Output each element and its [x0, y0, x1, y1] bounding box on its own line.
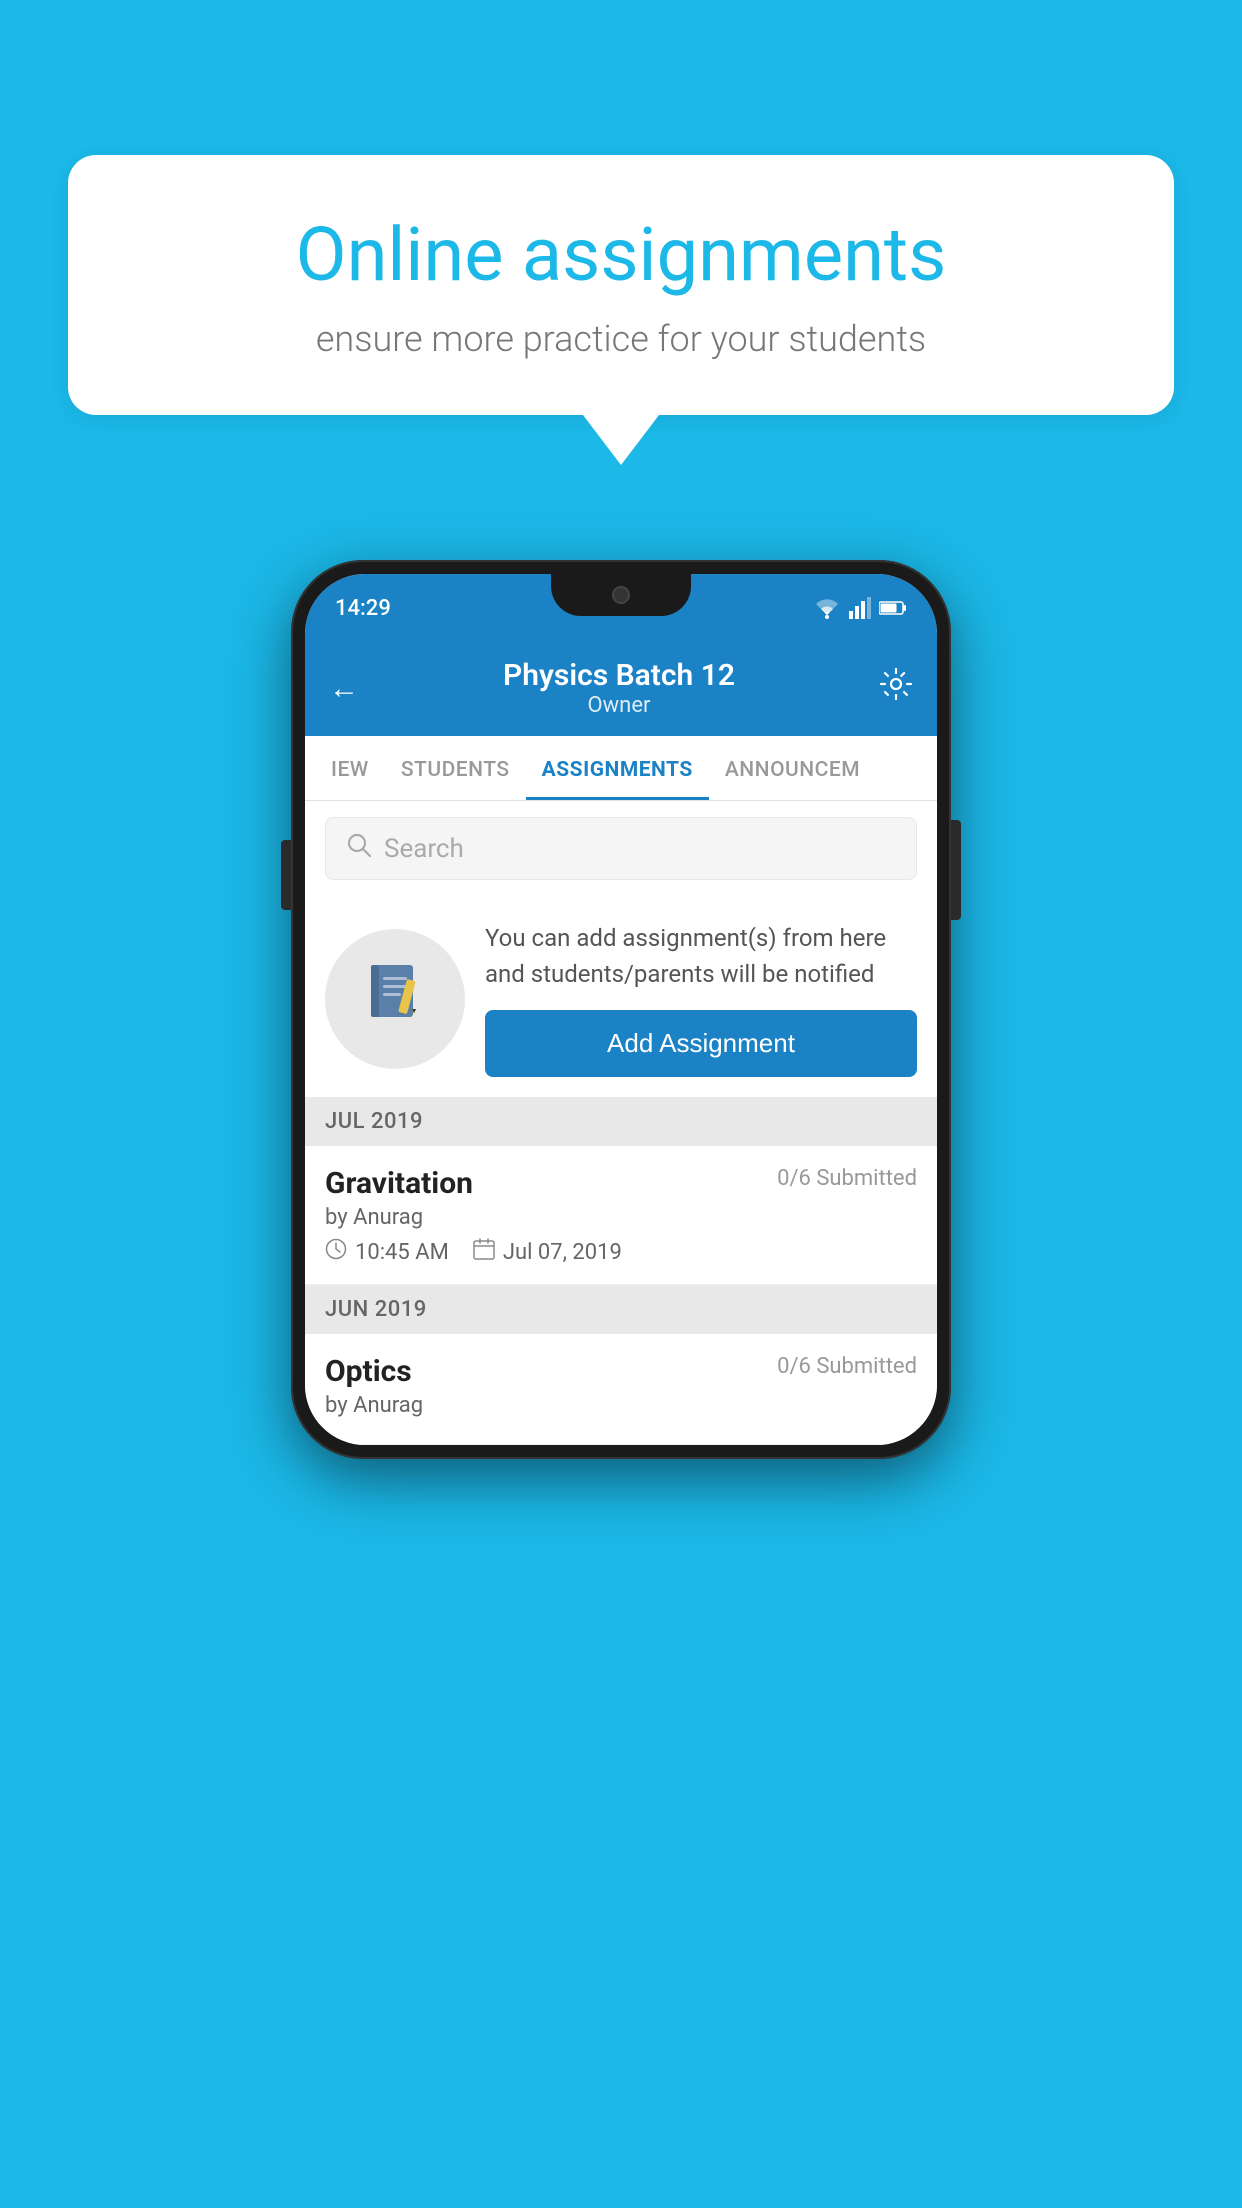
wifi-icon: [813, 597, 841, 619]
batch-subtitle: Owner: [359, 693, 879, 718]
assignment-author-optics: by Anurag: [325, 1393, 917, 1418]
assignment-top-row: Gravitation 0/6 Submitted: [325, 1166, 917, 1201]
assignment-title-gravitation: Gravitation: [325, 1166, 473, 1201]
speech-bubble: Online assignments ensure more practice …: [68, 155, 1174, 415]
phone-outer: 14:29: [291, 560, 951, 1459]
assignment-item-gravitation[interactable]: Gravitation 0/6 Submitted by Anurag: [305, 1146, 937, 1285]
tabs-bar: IEW STUDENTS ASSIGNMENTS ANNOUNCEM: [305, 736, 937, 801]
status-time: 14:29: [335, 596, 391, 621]
speech-bubble-container: Online assignments ensure more practice …: [68, 155, 1174, 465]
tab-iew[interactable]: IEW: [315, 736, 385, 800]
camera-icon: [612, 586, 630, 604]
search-placeholder: Search: [384, 834, 464, 864]
assignment-meta-gravitation: 10:45 AM Jul 07, 201: [325, 1238, 917, 1266]
status-bar: 14:29: [305, 574, 937, 642]
clock-icon: [325, 1238, 347, 1266]
assignment-author-gravitation: by Anurag: [325, 1205, 917, 1230]
add-assignment-button[interactable]: Add Assignment: [485, 1010, 917, 1077]
assignment-submitted-gravitation: 0/6 Submitted: [777, 1166, 917, 1191]
info-section: You can add assignment(s) from here and …: [305, 896, 937, 1097]
notebook-icon: [361, 957, 429, 1040]
battery-icon: [879, 600, 907, 616]
batch-title: Physics Batch 12: [359, 658, 879, 693]
assignment-title-optics: Optics: [325, 1354, 412, 1389]
assignment-top-row-optics: Optics 0/6 Submitted: [325, 1354, 917, 1389]
search-icon: [346, 832, 372, 865]
speech-bubble-subtitle: ensure more practice for your students: [138, 318, 1104, 360]
phone-wrapper: 14:29: [291, 560, 951, 1459]
assignment-item-optics[interactable]: Optics 0/6 Submitted by Anurag: [305, 1334, 937, 1445]
calendar-icon: [473, 1238, 495, 1266]
assignment-submitted-optics: 0/6 Submitted: [777, 1354, 917, 1379]
tab-assignments[interactable]: ASSIGNMENTS: [526, 736, 709, 800]
section-header-jun: JUN 2019: [305, 1285, 937, 1334]
assignment-icon-circle: [325, 929, 465, 1069]
speech-bubble-arrow: [583, 415, 659, 465]
status-icons: [813, 597, 907, 619]
header-title-block: Physics Batch 12 Owner: [359, 658, 879, 718]
section-header-jul: JUL 2019: [305, 1097, 937, 1146]
back-button[interactable]: ←: [329, 671, 359, 706]
info-description: You can add assignment(s) from here and …: [485, 920, 917, 992]
phone-screen: 14:29: [305, 574, 937, 1445]
date-value-gravitation: Jul 07, 2019: [503, 1240, 622, 1265]
search-bar[interactable]: Search: [325, 817, 917, 880]
app-header: ← Physics Batch 12 Owner: [305, 642, 937, 736]
assignment-time-gravitation: 10:45 AM: [325, 1238, 449, 1266]
assignment-date-gravitation: Jul 07, 2019: [473, 1238, 622, 1266]
search-container: Search: [305, 801, 937, 896]
signal-icon: [849, 597, 871, 619]
tab-announcements[interactable]: ANNOUNCEM: [709, 736, 876, 800]
notch-cutout: [551, 574, 691, 616]
speech-bubble-title: Online assignments: [138, 215, 1104, 296]
time-value-gravitation: 10:45 AM: [355, 1240, 449, 1265]
tab-students[interactable]: STUDENTS: [385, 736, 526, 800]
info-text-block: You can add assignment(s) from here and …: [485, 920, 917, 1077]
settings-icon[interactable]: [879, 667, 913, 709]
